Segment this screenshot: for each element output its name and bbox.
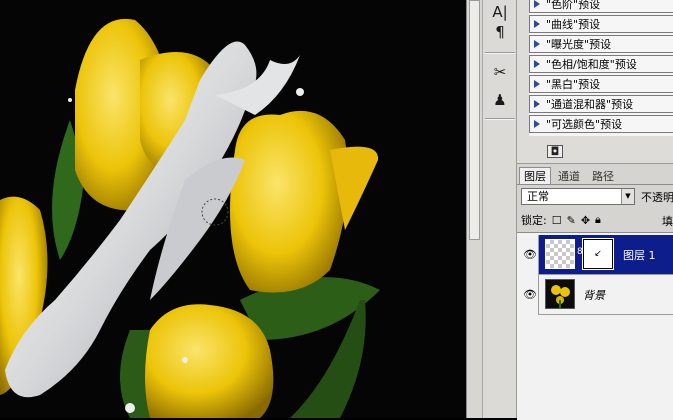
dropdown-arrow-icon[interactable]: ▼: [621, 189, 634, 204]
preset-label: "色相/饱和度"预设: [546, 58, 637, 71]
paragraph-glyph: ¶: [495, 23, 505, 41]
clone-glyph: ♟: [493, 91, 507, 109]
character-glyph: A|: [492, 3, 508, 21]
tab-layers[interactable]: 图层: [519, 167, 551, 184]
link-icon[interactable]: 8: [577, 247, 583, 257]
layer-thumbnail: [545, 239, 575, 269]
expand-triangle-icon[interactable]: [534, 80, 540, 88]
visibility-cell[interactable]: 👁︎: [517, 275, 539, 315]
scrollbar-thumb[interactable]: [469, 0, 480, 240]
expand-triangle-icon[interactable]: [534, 100, 540, 108]
blend-mode-select[interactable]: 正常 ▼: [521, 188, 635, 205]
vertical-scrollbar[interactable]: [466, 0, 482, 418]
tulip-milk-splash-artwork: [0, 0, 466, 418]
levels-preset-item[interactable]: "色阶"预设: [529, 0, 673, 13]
expand-triangle-icon[interactable]: [534, 60, 540, 68]
background-thumbnail: [545, 279, 575, 309]
tool-separator: [485, 52, 515, 54]
right-panel: "色阶"预设 "曲线"预设 "曝光度"预设 "色相/饱和度"预设 "黑白"预设 …: [516, 0, 673, 420]
lock-position-icon[interactable]: ✥: [581, 214, 590, 227]
visibility-cell[interactable]: 👁︎: [517, 235, 539, 275]
lock-transparency-icon[interactable]: ☐: [552, 214, 562, 227]
tulip-thumbnail-icon: [546, 280, 574, 308]
tab-channels[interactable]: 通道: [553, 167, 585, 184]
exposure-preset-item[interactable]: "曝光度"预设: [529, 35, 673, 53]
mask-icon[interactable]: ◘: [547, 145, 563, 158]
lock-all-icon[interactable]: 🔒︎: [595, 213, 601, 227]
panel-tool-strip: A| ¶ ✂ ♟: [482, 0, 516, 418]
preset-label: "黑白"预设: [546, 78, 601, 91]
preset-label: "可选颜色"预设: [546, 118, 623, 131]
tool-separator: [485, 118, 515, 120]
lock-pixels-icon[interactable]: ✎: [567, 214, 576, 227]
layer-row-background[interactable]: 👁︎ 背景: [517, 275, 673, 315]
paragraph-icon[interactable]: ¶: [487, 20, 513, 44]
preset-label: "色阶"预设: [546, 0, 601, 11]
tab-paths[interactable]: 路径: [587, 167, 619, 184]
expand-triangle-icon[interactable]: [534, 20, 540, 28]
layer-list: 👁︎ 8 ↙ 图层 1 👁︎ 背景: [517, 232, 673, 420]
lock-row: 锁定: ☐ ✎ ✥ 🔒︎: [521, 212, 601, 228]
expand-triangle-icon[interactable]: [534, 120, 540, 128]
eye-icon[interactable]: 👁︎: [523, 247, 537, 261]
layer-name[interactable]: 图层 1: [623, 247, 656, 263]
brush-tools-icon[interactable]: ✂: [487, 60, 513, 84]
document-canvas[interactable]: [0, 0, 466, 418]
expand-triangle-icon[interactable]: [534, 0, 540, 8]
brush-glyph: ✂: [493, 63, 507, 81]
clone-source-icon[interactable]: ♟: [487, 88, 513, 112]
preset-label: "曝光度"预设: [546, 38, 612, 51]
curves-preset-item[interactable]: "曲线"预设: [529, 15, 673, 33]
eye-icon[interactable]: 👁︎: [523, 287, 537, 301]
lock-label: 锁定:: [521, 214, 547, 227]
adjustments-preset-list: "色阶"预设 "曲线"预设 "曝光度"预设 "色相/饱和度"预设 "黑白"预设 …: [529, 0, 673, 136]
layer-mask-thumbnail[interactable]: ↙: [582, 238, 614, 270]
channel-mixer-preset-item[interactable]: "通道混和器"预设: [529, 95, 673, 113]
preset-label: "通道混和器"预设: [546, 98, 634, 111]
expand-triangle-icon[interactable]: [534, 40, 540, 48]
opacity-label: 不透明: [641, 191, 673, 204]
layer-row-layer-1[interactable]: 👁︎ 8 ↙ 图层 1: [517, 235, 673, 275]
layers-panel: 图层 通道 路径 正常 ▼ 不透明 锁定: ☐ ✎ ✥ 🔒︎ 填 👁︎ 8 ↙ …: [517, 163, 673, 420]
blend-mode-value: 正常: [527, 190, 549, 203]
hue-saturation-preset-item[interactable]: "色相/饱和度"预设: [529, 55, 673, 73]
layers-panel-tabs: 图层 通道 路径: [517, 164, 673, 185]
layer-name[interactable]: 背景: [583, 287, 605, 303]
fill-label: 填: [662, 215, 673, 228]
selective-color-preset-item[interactable]: "可选颜色"预设: [529, 115, 673, 133]
black-white-preset-item[interactable]: "黑白"预设: [529, 75, 673, 93]
preset-label: "曲线"预设: [546, 18, 601, 31]
